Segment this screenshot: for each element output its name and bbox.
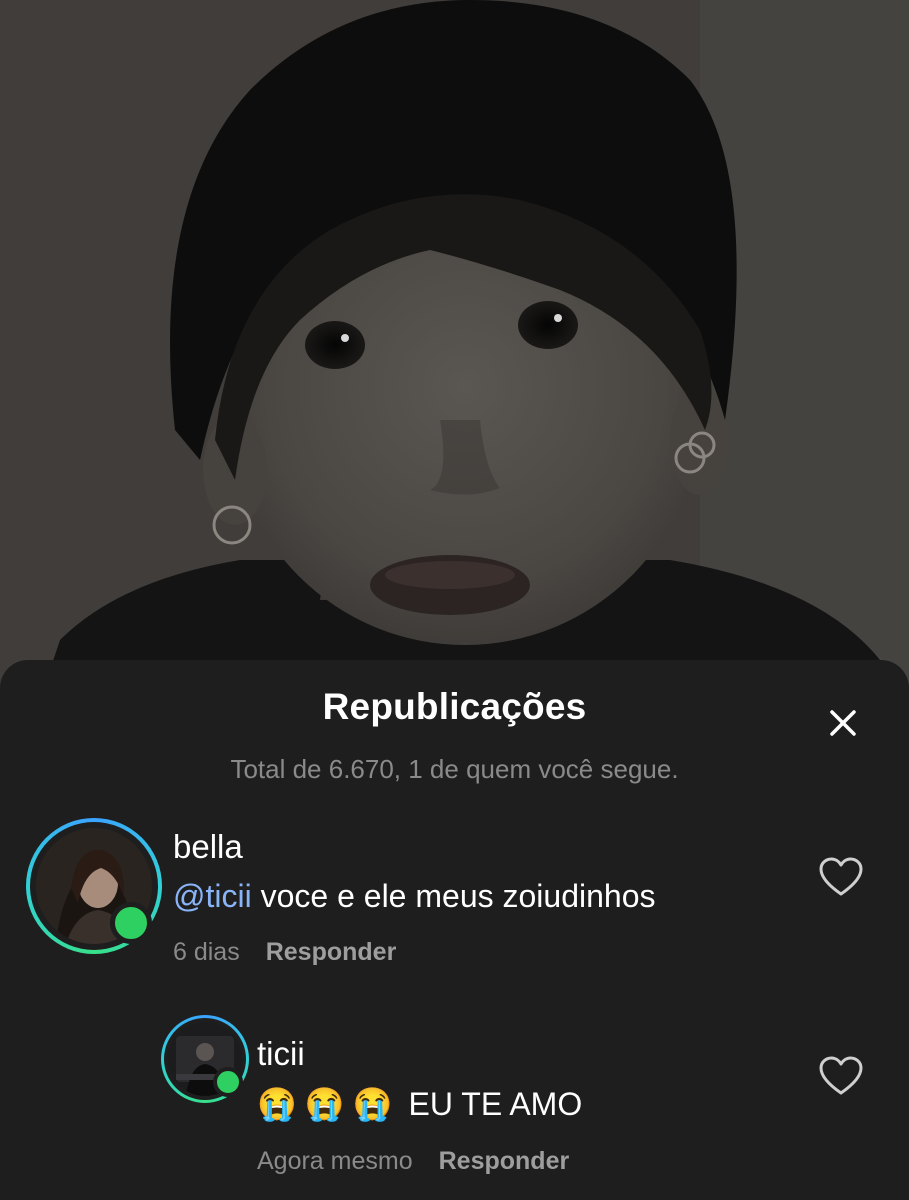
online-status-dot [110,902,152,944]
comment-body: voce e ele meus zoiudinhos [251,878,656,914]
comment-text: @ticii voce e ele meus zoiudinhos [173,878,656,915]
online-status-dot [213,1067,243,1097]
comment-meta: 6 dias Responder [173,938,396,967]
avatar[interactable] [26,818,162,954]
reposts-sheet: Republicações Total de 6.670, 1 de quem … [0,660,909,1200]
close-button[interactable] [822,702,864,744]
reply-button[interactable]: Responder [439,1147,570,1175]
emoji-crying-face: 😭 [304,1086,345,1122]
comment-username[interactable]: ticii [257,1035,305,1073]
comment-timestamp: Agora mesmo [257,1147,413,1175]
sheet-title: Republicações [322,686,587,727]
like-button[interactable] [818,1055,864,1097]
comment-timestamp: 6 dias [173,938,240,966]
comment-username[interactable]: bella [173,828,243,866]
comment-item: bella @ticii voce e ele meus zoiudinhos … [0,810,909,990]
avatar[interactable] [161,1015,249,1103]
comment-text: 😭 😭 😭 EU TE AMO [257,1085,582,1123]
close-icon [830,710,856,736]
video-image [0,0,909,700]
reply-comment-item: ticii 😭 😭 😭 EU TE AMO Agora mesmo Responder [0,1015,909,1185]
sheet-subtitle: Total de 6.670, 1 de quem você segue. [230,754,679,784]
video-frame[interactable] [0,0,909,700]
emoji-crying-face: 😭 [352,1086,393,1122]
comment-meta: Agora mesmo Responder [257,1147,569,1176]
heart-outline-icon [819,857,863,896]
like-button[interactable] [818,856,864,898]
reply-button[interactable]: Responder [266,938,397,966]
emoji-crying-face: 😭 [257,1086,297,1122]
mention-link[interactable]: @ticii [173,878,252,914]
comment-body: EU TE AMO [408,1086,583,1122]
heart-outline-icon [819,1056,863,1095]
